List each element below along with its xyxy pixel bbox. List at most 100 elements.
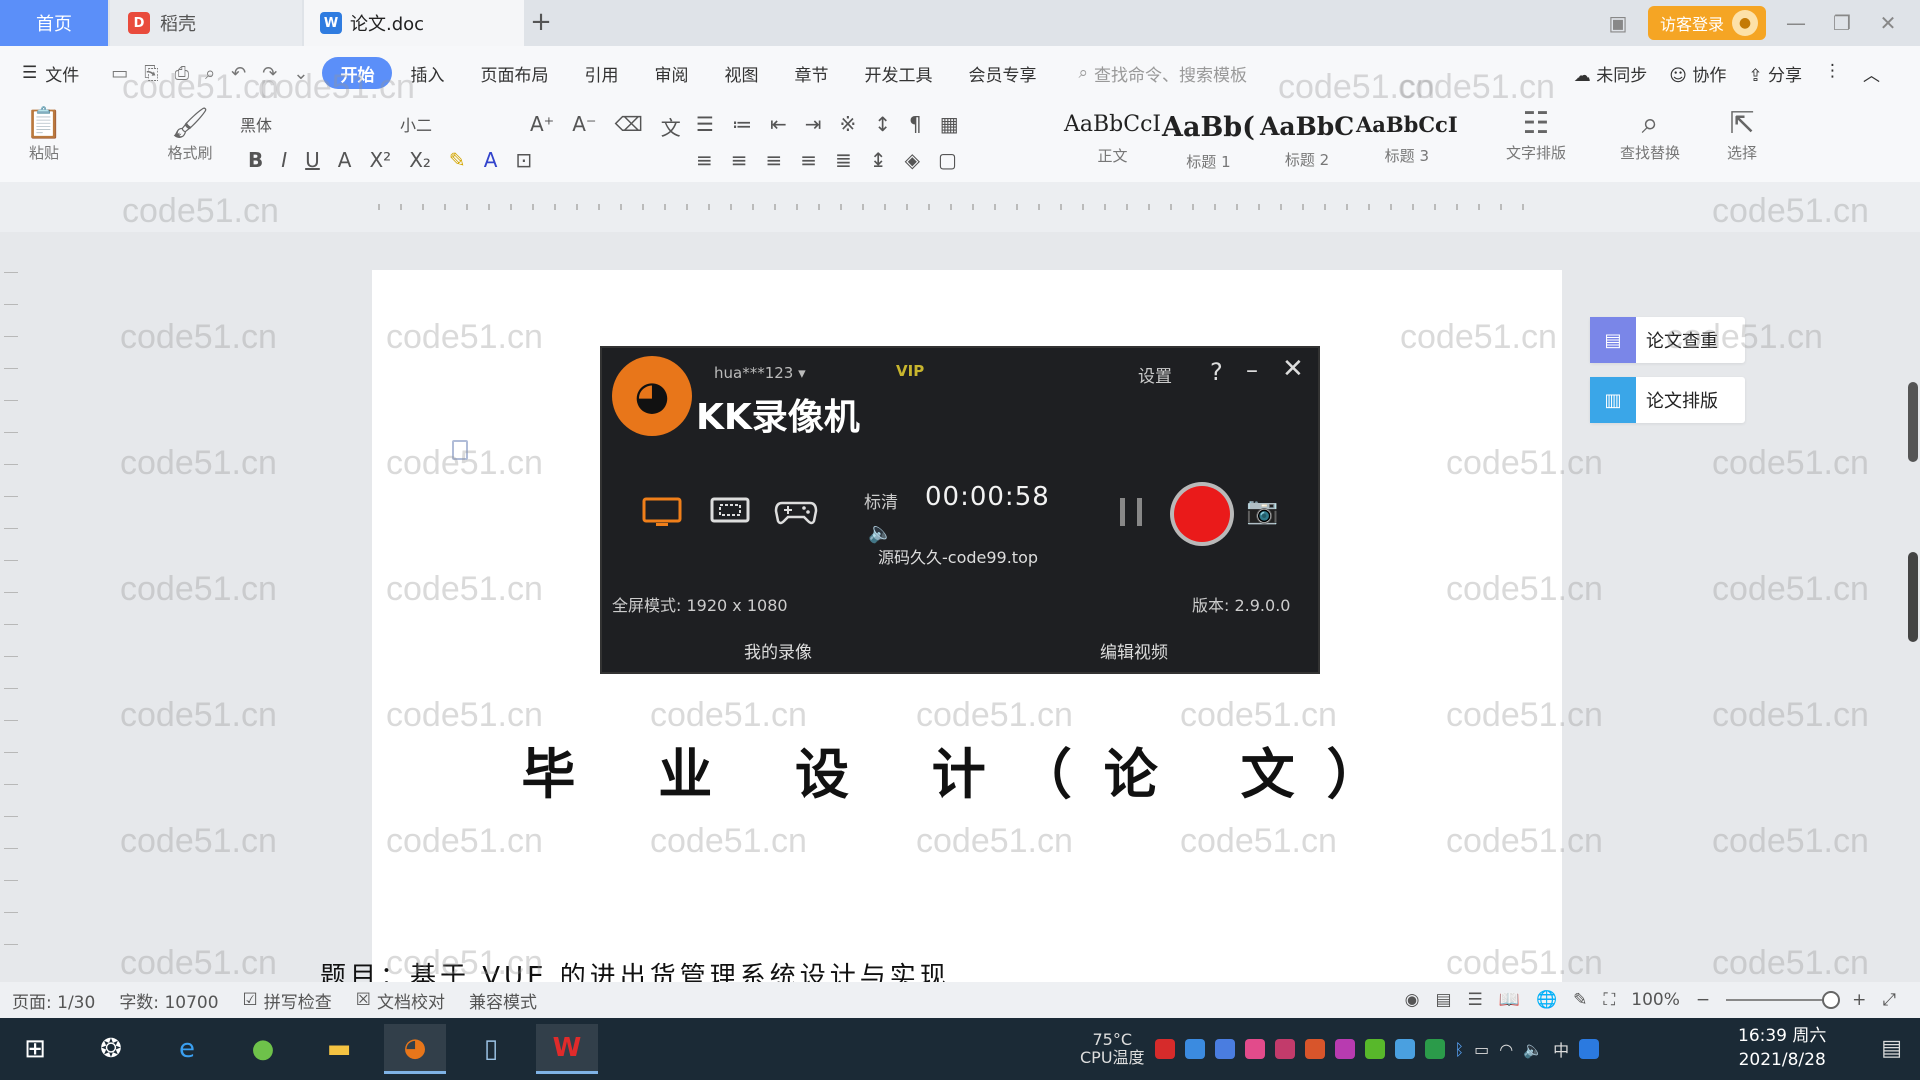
pen-icon[interactable]: ✎ (1573, 990, 1587, 1010)
guest-login-button[interactable]: 访客登录 ● (1647, 6, 1766, 40)
menu-insert[interactable]: 插入 (392, 57, 462, 89)
zoom-out-icon[interactable]: − (1696, 990, 1710, 1010)
spellcheck-button[interactable]: ☑ 拼写检查 (231, 988, 344, 1013)
format-painter-button[interactable]: 🖌 格式刷 (160, 106, 220, 163)
command-search[interactable]: ⌕ 查找命令、搜索模板 (1078, 61, 1247, 86)
text-color-icon[interactable]: A (484, 148, 498, 172)
proofread-button[interactable]: ☒ 文档校对 (344, 988, 457, 1013)
windows-start-icon[interactable]: ⊞ (4, 1024, 66, 1074)
360-browser-icon[interactable]: ❂ (80, 1024, 142, 1074)
tray-app-icon[interactable] (1304, 1039, 1325, 1059)
tab-document[interactable]: W 论文.doc (304, 0, 524, 46)
sort-icon[interactable]: ↕ (874, 112, 891, 136)
zoom-level[interactable]: 100% (1631, 990, 1680, 1010)
kk-vip-badge[interactable]: VIP (896, 362, 924, 380)
tray-app-icon[interactable] (1244, 1039, 1265, 1059)
undo-icon[interactable]: ↶ (231, 63, 246, 84)
tray-app-icon[interactable] (1424, 1039, 1445, 1059)
game-mode-icon[interactable] (774, 494, 818, 530)
line-spacing-icon[interactable]: ↨ (870, 148, 887, 172)
page-indicator[interactable]: 页面: 1/30 (0, 988, 107, 1013)
tray-app-icon[interactable] (1154, 1039, 1175, 1059)
paper-layout-button[interactable]: ▥ 论文排版 (1590, 377, 1745, 423)
tray-app-icon[interactable] (1394, 1039, 1415, 1059)
tray-app-icon[interactable] (1364, 1039, 1385, 1059)
collaborate-button[interactable]: ☺ 协作 (1669, 61, 1726, 86)
numbered-list-icon[interactable]: ≔ (732, 112, 752, 136)
chinese-layout-icon[interactable]: ※ (839, 112, 856, 136)
help-icon[interactable]: ? (1210, 358, 1223, 386)
collapse-ribbon-icon[interactable]: ︿ (1863, 61, 1880, 86)
kk-recorder-taskbar-icon[interactable]: ◕ (384, 1024, 446, 1074)
menu-developer[interactable]: 开发工具 (846, 57, 950, 89)
justify-icon[interactable]: ≡ (800, 148, 817, 172)
zoom-slider-knob[interactable] (1822, 991, 1841, 1009)
outline-view-icon[interactable]: ☰ (1468, 990, 1483, 1010)
kk-recorder-window[interactable]: ◕ hua***123 ▾ VIP KK录像机 设置 ? – ✕ 标清 00:0… (600, 346, 1320, 674)
kk-user-dropdown[interactable]: hua***123 ▾ (714, 364, 806, 382)
ie-browser-icon[interactable]: e (156, 1024, 218, 1074)
more-icon[interactable]: ⋮ (1824, 61, 1841, 86)
zoom-in-icon[interactable]: + (1852, 990, 1866, 1010)
kk-settings-button[interactable]: 设置 (1138, 362, 1172, 387)
underline-icon[interactable]: U (305, 148, 320, 172)
shading-icon[interactable]: ◈ (905, 148, 920, 172)
scrollbar-thumb-lower[interactable] (1908, 552, 1918, 642)
show-marks-icon[interactable]: ¶ (909, 112, 922, 136)
menu-review[interactable]: 审阅 (636, 57, 706, 89)
table-icon[interactable]: ▦ (940, 112, 959, 136)
ime-indicator[interactable]: 中 (1553, 1037, 1569, 1061)
style-heading-3[interactable]: AaBbCcI 标题 3 (1356, 112, 1458, 166)
paper-check-button[interactable]: ▤ 论文查重 (1590, 317, 1745, 363)
fullscreen-icon[interactable]: ⤢ (1882, 990, 1896, 1010)
select-button[interactable]: ⇱ 选择 (1712, 106, 1772, 163)
italic-icon[interactable]: I (281, 148, 287, 172)
superscript-icon[interactable]: X² (369, 148, 391, 172)
minimize-icon[interactable]: – (1246, 356, 1258, 384)
close-icon[interactable]: ✕ (1282, 354, 1304, 384)
battery-icon[interactable]: ▭ (1474, 1040, 1489, 1059)
record-button[interactable] (1174, 486, 1230, 542)
highlight-icon[interactable]: ✎ (449, 148, 466, 172)
char-border-icon[interactable]: ⊡ (515, 148, 532, 172)
tab-home[interactable]: 首页 (0, 0, 108, 46)
find-replace-button[interactable]: ⌕ 查找替换 (1610, 106, 1690, 163)
file-menu[interactable]: ☰ 文件 (0, 57, 97, 89)
paste-button[interactable]: 📋 粘贴 (16, 106, 72, 163)
redo-icon[interactable]: ↷ (262, 63, 277, 84)
tab-daoke[interactable]: D 稻壳 (110, 0, 302, 46)
edit-video-button[interactable]: 编辑视频 (1100, 638, 1168, 663)
align-right-icon[interactable]: ≡ (766, 148, 783, 172)
font-select[interactable]: 黑体 (240, 112, 272, 136)
border-icon[interactable]: ▢ (938, 148, 957, 172)
menu-chapter[interactable]: 章节 (776, 57, 846, 89)
cpu-temperature[interactable]: 75°C CPU温度 (1080, 1031, 1145, 1067)
share-button[interactable]: ⇪ 分享 (1748, 61, 1802, 86)
fullscreen-mode-icon[interactable] (640, 494, 684, 530)
speaker-icon[interactable]: 🔈 (868, 520, 893, 544)
layout-icon[interactable]: ▣ (1602, 11, 1634, 35)
tray-app-icon[interactable] (1334, 1039, 1355, 1059)
style-normal[interactable]: AaBbCcI 正文 (1064, 112, 1161, 166)
zoom-slider[interactable] (1726, 991, 1841, 1009)
unsynced-button[interactable]: ☁ 未同步 (1574, 61, 1647, 86)
minimize-icon[interactable]: — (1780, 11, 1812, 35)
wps-writer-icon[interactable]: W (536, 1024, 598, 1074)
save-icon[interactable]: ▭ (111, 63, 128, 84)
font-size-select[interactable]: 小二 (400, 112, 432, 136)
pause-button[interactable] (1120, 498, 1142, 526)
page-view-icon[interactable]: ▤ (1435, 990, 1451, 1010)
subscript-icon[interactable]: X₂ (409, 148, 431, 172)
wifi-icon[interactable]: ◠ (1499, 1040, 1513, 1059)
align-left-icon[interactable]: ≡ (696, 148, 713, 172)
notification-center-icon[interactable]: ▤ (1881, 1036, 1902, 1061)
read-view-icon[interactable]: 📖 (1499, 990, 1520, 1010)
menu-home[interactable]: 开始 (322, 57, 393, 89)
export-icon[interactable]: ⎘ (144, 63, 158, 84)
fit-page-icon[interactable]: ⛶ (1603, 990, 1615, 1010)
eye-protect-icon[interactable]: ◉ (1405, 990, 1420, 1010)
kk-quality-select[interactable]: 标清 (864, 488, 898, 513)
text-layout-button[interactable]: ☷ 文字排版 (1496, 106, 1576, 163)
preview-icon[interactable]: ⌕ (205, 63, 215, 84)
distribute-icon[interactable]: ≣ (835, 148, 852, 172)
